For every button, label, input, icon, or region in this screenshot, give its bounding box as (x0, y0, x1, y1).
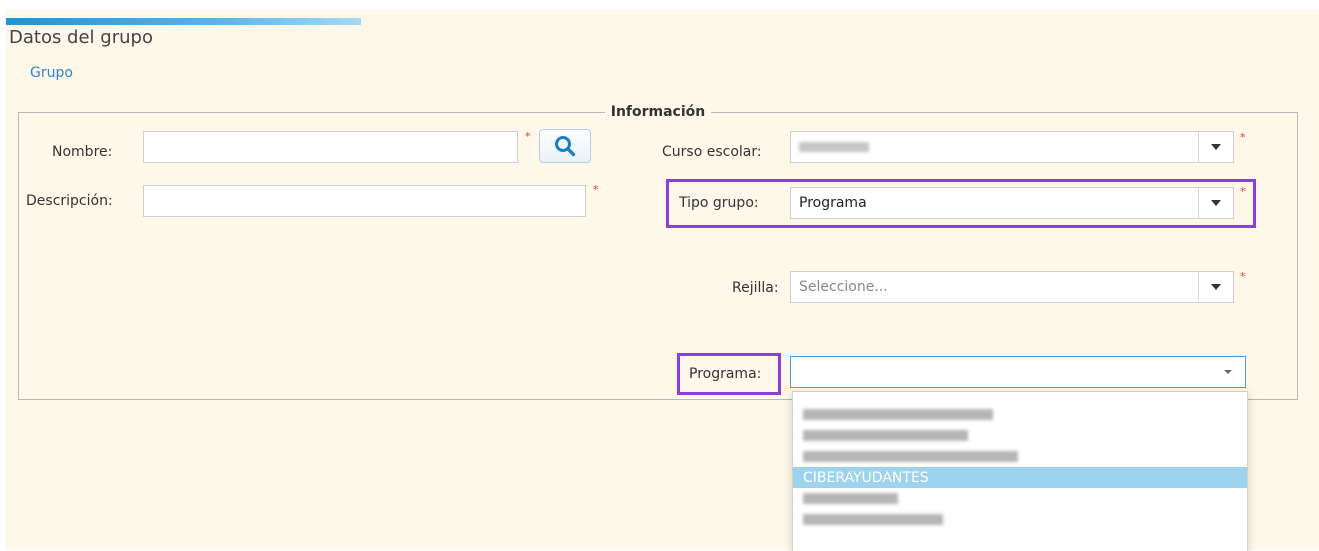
informacion-legend: Información (610, 104, 706, 120)
rejilla-label: Rejilla: (732, 280, 779, 296)
descripcion-input[interactable] (143, 185, 586, 217)
nombre-input[interactable] (143, 131, 518, 163)
search-icon (555, 136, 576, 157)
search-button[interactable] (539, 129, 591, 163)
page-title: Datos del grupo (9, 27, 153, 48)
curso-escolar-label: Curso escolar: (662, 144, 762, 160)
curso-escolar-required-mark: * (1240, 131, 1246, 144)
curso-escolar-select[interactable] (790, 131, 1234, 163)
redacted-text (803, 451, 1018, 462)
programa-label: Programa: (689, 366, 762, 382)
redacted-text (803, 409, 993, 420)
rejilla-placeholder: Seleccione... (799, 279, 888, 295)
programa-select[interactable] (790, 356, 1246, 388)
dropdown-top-spacer (793, 392, 1247, 404)
redacted-text (799, 142, 869, 152)
tipo-grupo-label: Tipo grupo: (679, 195, 759, 211)
chevron-down-icon (1211, 200, 1221, 206)
title-accent-bar (6, 18, 361, 25)
nombre-label: Nombre: (52, 144, 113, 160)
tipo-grupo-value: Programa (799, 195, 867, 211)
programa-dropdown-list: CIBERAYUDANTES (792, 391, 1248, 551)
programa-option[interactable] (793, 488, 1247, 509)
tipo-grupo-dropdown-toggle[interactable] (1198, 188, 1233, 218)
curso-escolar-value (799, 139, 869, 155)
programa-option[interactable] (793, 446, 1247, 467)
programa-option[interactable] (793, 404, 1247, 425)
tipo-grupo-required-mark: * (1240, 185, 1246, 198)
chevron-down-icon (1224, 370, 1232, 374)
programa-option-label: CIBERAYUDANTES (803, 469, 929, 486)
rejilla-required-mark: * (1240, 270, 1246, 283)
grupo-link[interactable]: Grupo (30, 65, 73, 81)
rejilla-dropdown-toggle[interactable] (1198, 272, 1233, 302)
curso-escolar-dropdown-toggle[interactable] (1198, 132, 1233, 162)
chevron-down-icon (1211, 144, 1221, 150)
nombre-required-mark: * (525, 130, 531, 143)
redacted-text (803, 514, 943, 525)
programa-option-selected[interactable]: CIBERAYUDANTES (793, 467, 1247, 488)
descripcion-required-mark: * (593, 183, 599, 196)
chevron-down-icon (1211, 284, 1221, 290)
programa-dropdown-toggle[interactable] (1211, 357, 1245, 387)
descripcion-label: Descripción: (26, 193, 113, 209)
programa-option[interactable] (793, 509, 1247, 530)
rejilla-select[interactable]: Seleccione... (790, 271, 1234, 303)
tipo-grupo-select[interactable]: Programa (790, 187, 1234, 219)
programa-option[interactable] (793, 425, 1247, 446)
redacted-text (803, 493, 898, 504)
redacted-text (803, 430, 968, 441)
